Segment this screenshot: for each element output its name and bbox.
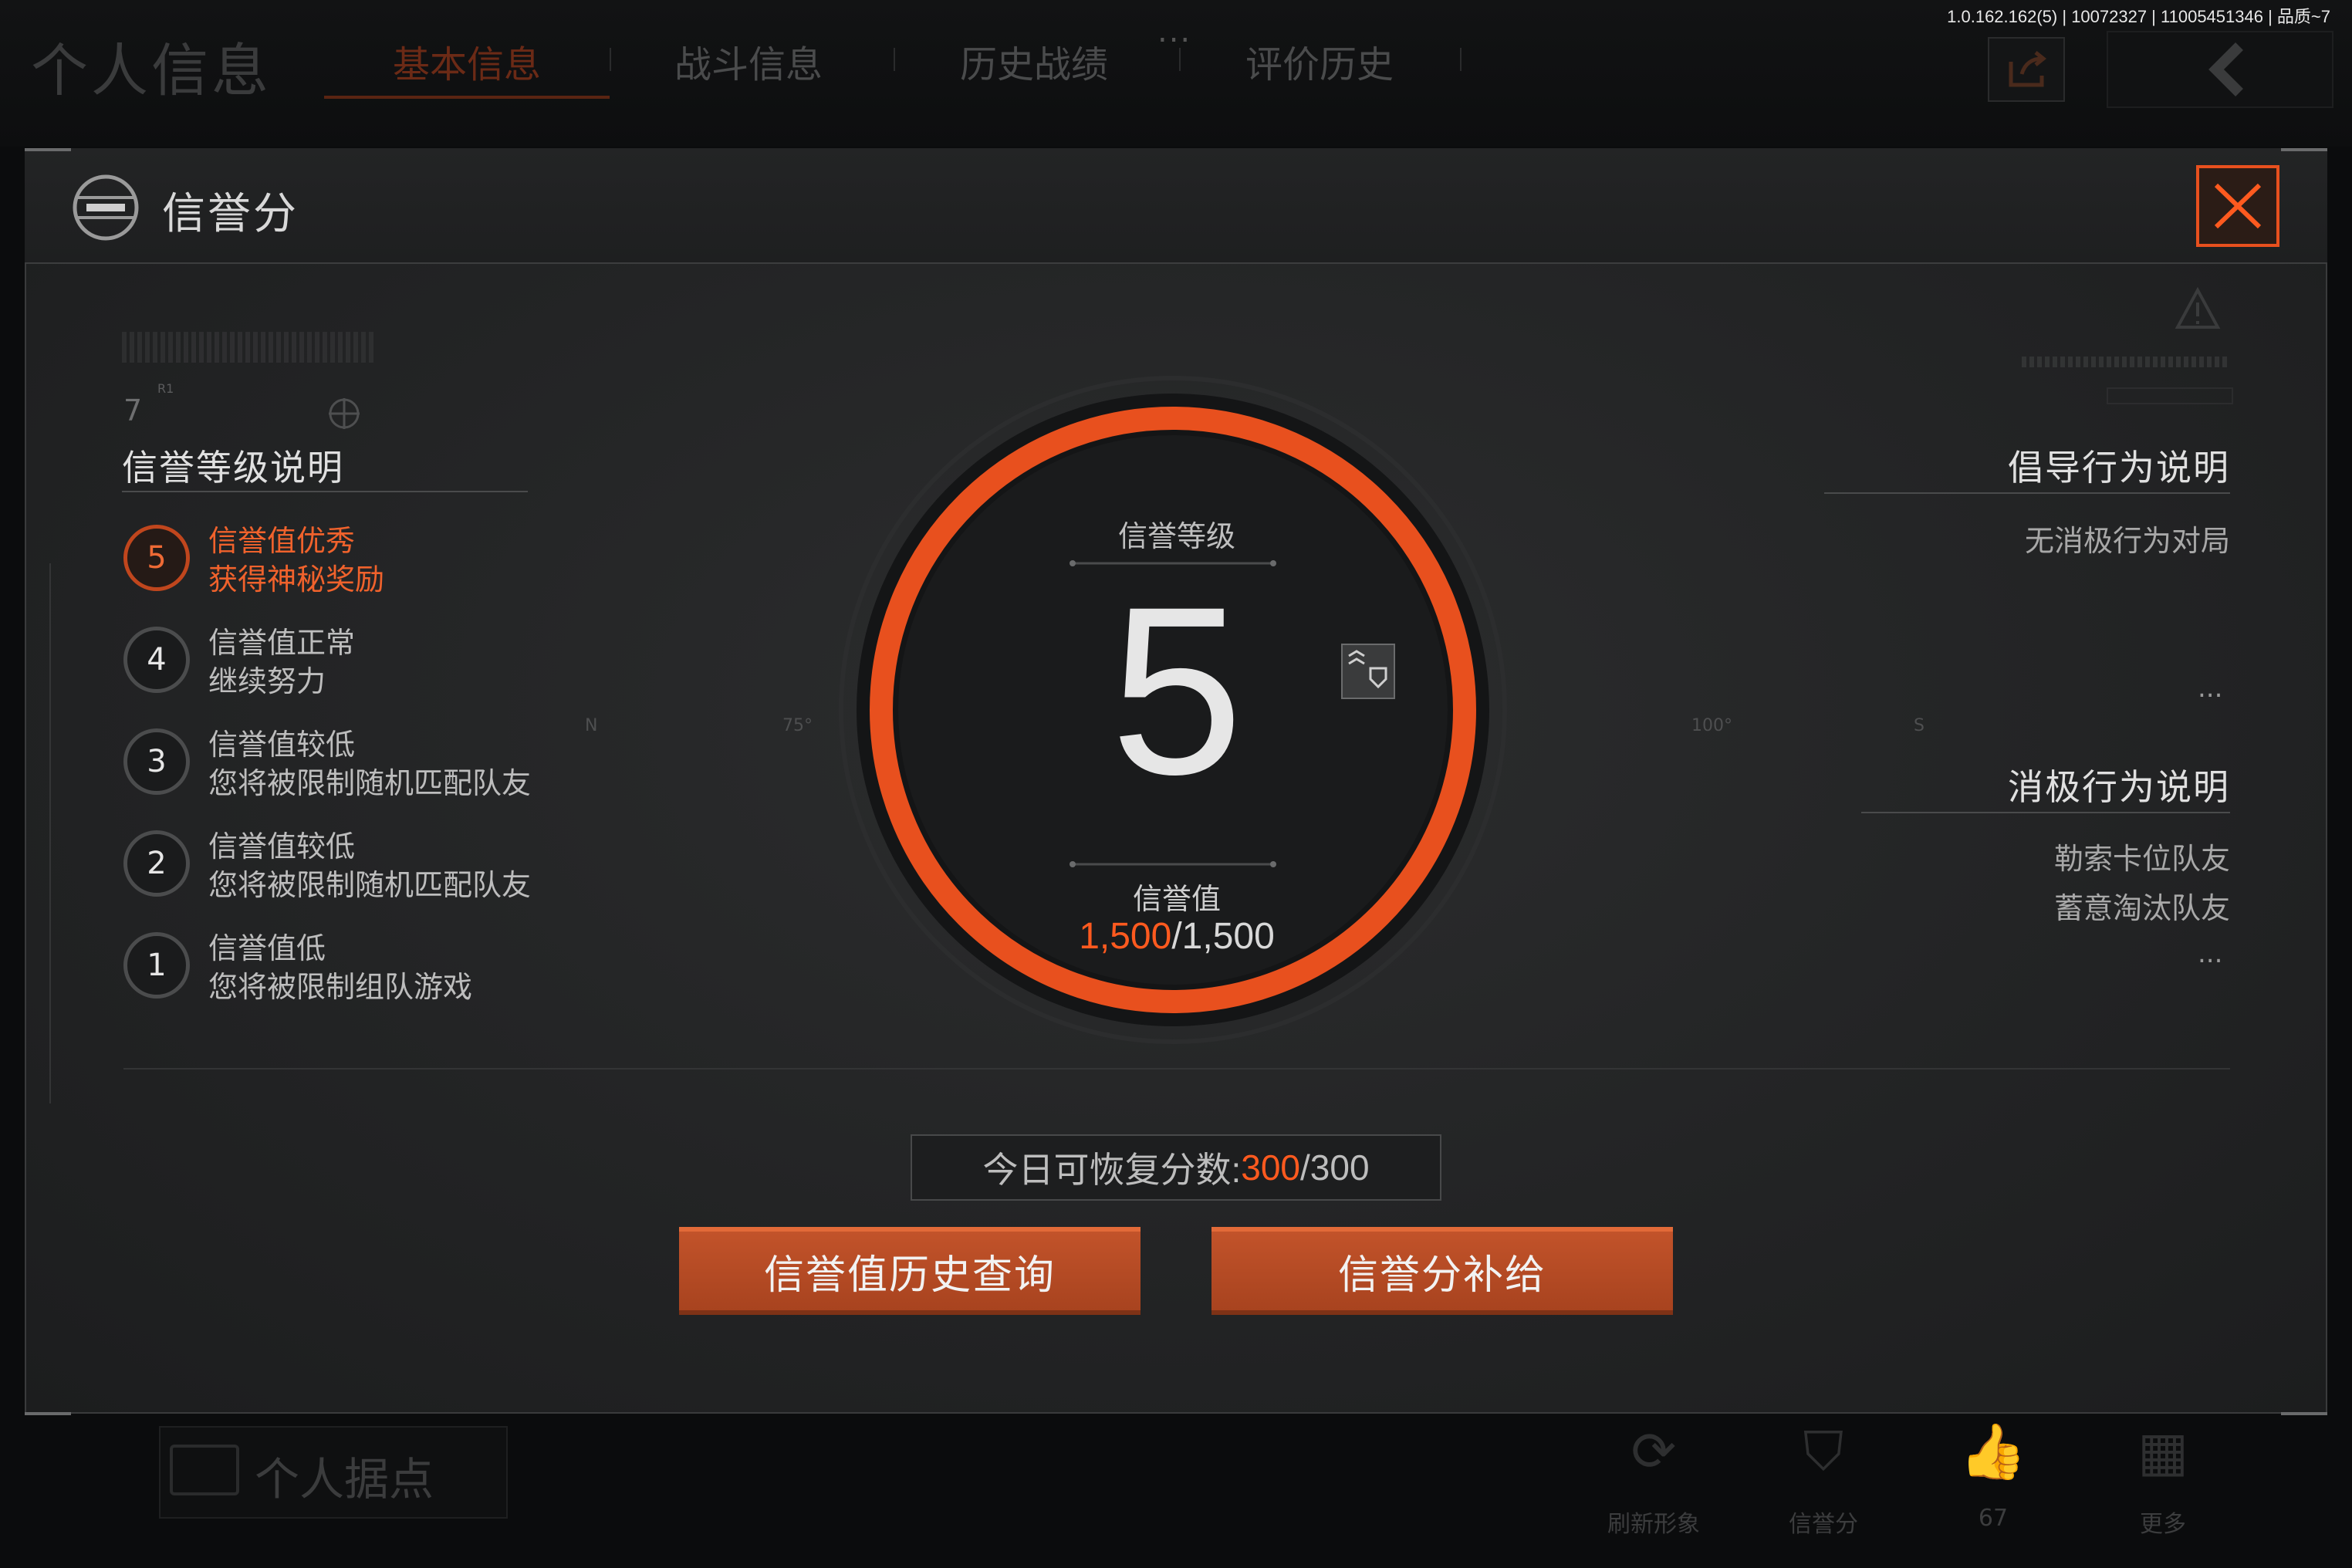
more-action[interactable]: ▦: [2097, 1420, 2229, 1483]
close-button[interactable]: [2196, 165, 2279, 247]
personal-base-label: 个人据点: [255, 1453, 434, 1505]
credit-score-action[interactable]: ⛉: [1758, 1420, 1889, 1484]
globe-icon: [73, 174, 139, 241]
negative-behavior-heading: 消极行为说明: [2008, 766, 2230, 808]
tab-history-record[interactable]: 历史战绩: [891, 34, 1177, 88]
dialog-header: [25, 148, 2327, 264]
tab-review-history[interactable]: 评价历史: [1177, 34, 1462, 88]
hud-label: R1: [157, 381, 174, 396]
panel-corner: [25, 1412, 71, 1415]
positive-behavior-heading: 倡导行为说明: [2008, 447, 2230, 488]
side-rule: [49, 563, 51, 1103]
tab-overflow-icon[interactable]: ...: [1157, 14, 1191, 49]
thumbs-up-icon: 👍: [1959, 1420, 2027, 1483]
daily-recovery-max: /300: [1300, 1147, 1370, 1188]
tab-battle-info[interactable]: 战斗信息: [606, 34, 891, 88]
credit-score-label: 信誉分: [1789, 1511, 1858, 1538]
rank-badge-icon: [1341, 644, 1395, 699]
level-title: 信誉值优秀: [208, 524, 356, 558]
credit-level-item-1: 1 信誉值低 您将被限制组队游戏: [123, 924, 586, 1009]
positive-more-icon: ...: [2198, 673, 2223, 704]
level-number-badge: 4: [123, 627, 190, 693]
credit-supply-button[interactable]: 信誉分补给: [1211, 1227, 1673, 1315]
credit-level-item-4: 4 信誉值正常 继续努力: [123, 619, 586, 704]
negative-behavior-item: 蓄意淘汰队友: [2053, 891, 2230, 925]
level-description: 您将被限制随机匹配队友: [208, 868, 532, 902]
compass-mark: N: [585, 716, 598, 735]
tab-basic-info[interactable]: 基本信息: [324, 34, 610, 99]
daily-recovery-current: 300: [1241, 1147, 1300, 1188]
hud-decoration: [2107, 387, 2233, 404]
level-title: 信誉值正常: [208, 626, 356, 660]
daily-recovery-box: 今日可恢复分数: 300/300: [911, 1134, 1441, 1201]
positive-behavior-item: 无消极行为对局: [2024, 524, 2230, 558]
daily-recovery-label: 今日可恢复分数:: [982, 1150, 1242, 1190]
panel-corner: [2281, 148, 2327, 151]
credit-value: 1,500/1,500: [1019, 915, 1335, 958]
hud-decoration: [122, 332, 377, 363]
level-description: 获得神秘奖励: [208, 563, 385, 596]
panel-corner: [25, 148, 71, 151]
credit-level-item-5: 5 信誉值优秀 获得神秘奖励: [123, 517, 586, 602]
crosshair-icon: [329, 398, 360, 429]
credit-level-item-2: 2 信誉值较低 您将被限制随机匹配队友: [123, 823, 586, 907]
credit-shield-icon: ⛉: [1803, 1420, 1844, 1483]
level-title: 信誉值较低: [208, 830, 356, 863]
hud-number: 7: [123, 394, 143, 427]
compass-mark: 100°: [1691, 716, 1732, 735]
share-icon: [2009, 51, 2047, 87]
credit-level-item-3: 3 信誉值较低 您将被限制随机匹配队友: [123, 721, 586, 806]
version-text: 1.0.162.162(5) | 10072327 | 11005451346 …: [1947, 7, 2330, 26]
like-action[interactable]: 👍: [1928, 1420, 2059, 1484]
credit-level-heading: 信誉等级说明: [122, 447, 344, 488]
back-button[interactable]: [2107, 31, 2333, 108]
level-number-badge: 1: [123, 932, 190, 999]
negative-more-icon: ...: [2198, 938, 2223, 969]
profile-title: 个人信息: [31, 38, 272, 104]
level-description: 您将被限制组队游戏: [208, 970, 473, 1004]
credit-value-current: 1,500: [1079, 916, 1172, 957]
refresh-look-label: 刷新形象: [1607, 1511, 1700, 1538]
credit-value-max: /1,500: [1171, 916, 1275, 957]
refresh-icon: ⟳: [1631, 1420, 1677, 1483]
hud-decoration: [2022, 357, 2230, 367]
content-divider: [123, 1068, 2230, 1070]
level-number-badge: 3: [123, 728, 190, 795]
like-count: 67: [1978, 1505, 2009, 1532]
compass-mark: 75°: [782, 716, 813, 735]
credit-history-button[interactable]: 信誉值历史查询: [679, 1227, 1141, 1315]
base-icon: [170, 1445, 239, 1495]
dialog-title: 信誉分: [162, 189, 299, 239]
heading-underline: [1824, 492, 2230, 494]
heading-underline: [122, 491, 528, 492]
chevron-left-icon: [2208, 42, 2243, 96]
heading-underline: [1861, 812, 2230, 813]
negative-behavior-item: 勒索卡位队友: [2053, 842, 2230, 876]
more-label: 更多: [2140, 1511, 2186, 1538]
level-description: 继续努力: [208, 664, 326, 698]
credit-level-label: 信誉等级: [1117, 519, 1235, 553]
close-icon: [2214, 183, 2262, 229]
level-title: 信誉值低: [208, 931, 326, 965]
level-number-badge: 2: [123, 830, 190, 897]
level-title: 信誉值较低: [208, 728, 356, 762]
compass-mark: S: [1914, 716, 1925, 735]
credit-level-value: 5: [1110, 556, 1244, 824]
panel-corner: [2281, 1412, 2327, 1415]
refresh-look-action[interactable]: ⟳: [1588, 1420, 1719, 1483]
level-description: 您将被限制随机匹配队友: [208, 766, 532, 800]
credit-value-label: 信誉值: [1132, 882, 1221, 916]
share-button[interactable]: [1988, 37, 2065, 102]
grid-icon: ▦: [2137, 1420, 2189, 1483]
warning-icon: [2175, 287, 2221, 329]
tab-divider: [1460, 48, 1462, 71]
level-number-badge: 5: [123, 525, 190, 591]
